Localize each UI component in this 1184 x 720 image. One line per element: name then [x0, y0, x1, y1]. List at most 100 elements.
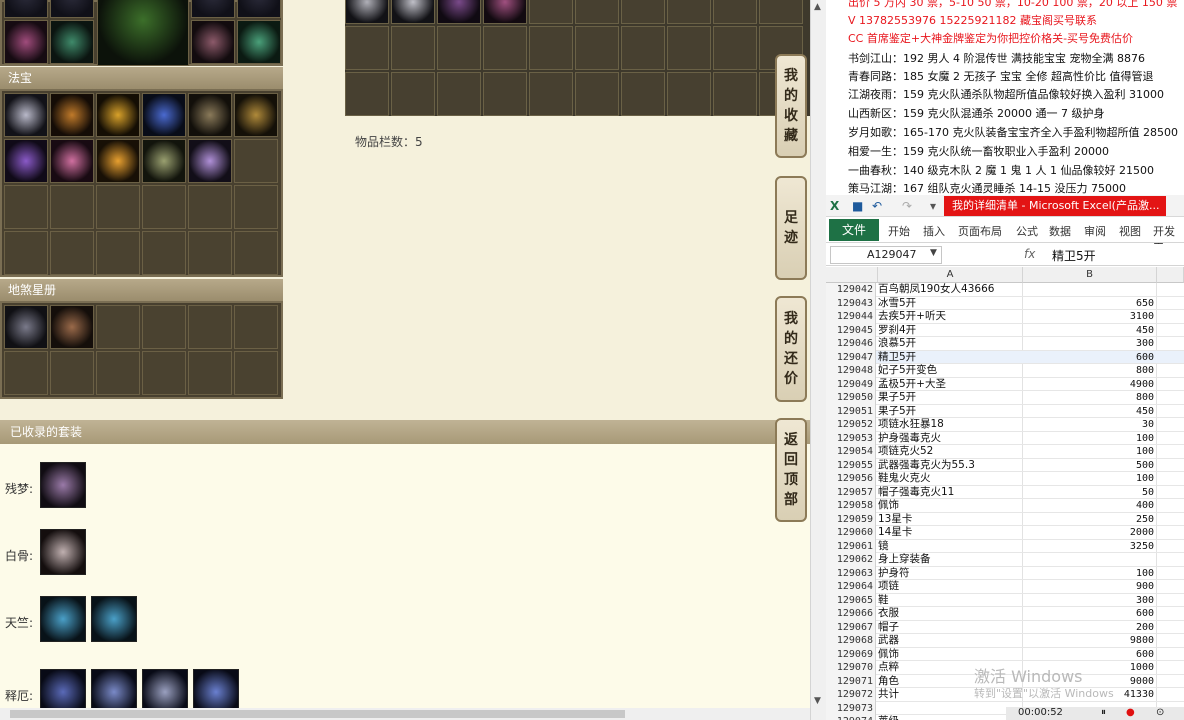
table-row[interactable]: 129049 孟极5开+大圣 4900 [826, 377, 1184, 392]
inventory-item[interactable] [345, 0, 389, 24]
equip-slot[interactable] [50, 0, 94, 18]
row-number[interactable]: 129074 [826, 715, 876, 720]
cell-b[interactable]: 9800 [1024, 634, 1154, 648]
inventory-empty[interactable] [667, 72, 711, 116]
cell-b[interactable]: 800 [1024, 364, 1154, 378]
cell-b[interactable]: 30 [1024, 418, 1154, 432]
cell-b[interactable]: 3250 [1024, 540, 1154, 554]
empty-slot[interactable] [4, 351, 48, 395]
fabao-slot[interactable] [96, 139, 140, 183]
tab-view[interactable]: 视图 [1119, 223, 1141, 239]
fabao-slot[interactable] [142, 93, 186, 137]
row-number[interactable]: 129053 [826, 431, 876, 445]
empty-slot[interactable] [50, 351, 94, 395]
cell-b[interactable]: 50 [1024, 486, 1154, 500]
my-counteroffer-button[interactable]: 我的还价 [775, 296, 807, 402]
cell-b[interactable]: 250 [1024, 513, 1154, 527]
fabao-slot[interactable] [96, 93, 140, 137]
cell-a[interactable]: 孟极5开+大圣 [878, 378, 1021, 392]
cell-a[interactable]: 精卫5开 [878, 351, 1021, 365]
cell-a[interactable]: 佩饰 [878, 499, 1021, 513]
vertical-scrollbar[interactable]: ▲ ▼ [810, 0, 826, 720]
fabao-slot[interactable] [188, 93, 232, 137]
footprint-button[interactable]: 足迹 [775, 176, 807, 280]
cell-b[interactable]: 100 [1024, 567, 1154, 581]
cell-b[interactable]: 300 [1024, 594, 1154, 608]
set-item[interactable] [40, 529, 86, 575]
row-number[interactable]: 129065 [826, 593, 876, 607]
cell-a[interactable]: 身上穿装备 [878, 553, 1021, 567]
cell-b[interactable]: 650 [1024, 297, 1154, 311]
table-row[interactable]: 129069 佩饰 600 [826, 647, 1184, 662]
star-card-slot[interactable] [50, 305, 94, 349]
table-row[interactable]: 129059 13星卡 250 [826, 512, 1184, 527]
inventory-empty[interactable] [391, 72, 435, 116]
empty-slot[interactable] [50, 231, 94, 275]
row-number[interactable]: 129044 [826, 310, 876, 324]
table-row[interactable]: 129046 浪慕5开 300 [826, 337, 1184, 351]
cell-a[interactable]: 鞋鬼火克火 [878, 472, 1021, 486]
inventory-empty[interactable] [575, 26, 619, 70]
row-number[interactable]: 129066 [826, 607, 876, 621]
equip-slot[interactable] [191, 20, 235, 64]
record-stop-icon[interactable]: ● [1126, 707, 1135, 718]
set-item[interactable] [40, 596, 86, 642]
inventory-empty[interactable] [575, 72, 619, 116]
equip-slot[interactable] [237, 0, 281, 18]
cell-b[interactable]: 3100 [1024, 310, 1154, 324]
inventory-empty[interactable] [529, 0, 573, 24]
cell-a[interactable]: 帽子强毒克火11 [878, 486, 1021, 500]
row-number[interactable]: 129045 [826, 323, 876, 337]
row-number[interactable]: 129072 [826, 688, 876, 702]
inventory-empty[interactable] [345, 26, 389, 70]
cell-b[interactable]: 600 [1024, 351, 1154, 365]
cell-a[interactable]: 项链 [878, 580, 1021, 594]
empty-slot[interactable] [142, 351, 186, 395]
inventory-empty[interactable] [483, 26, 527, 70]
cell-b[interactable]: 800 [1024, 391, 1154, 405]
inventory-empty[interactable] [391, 26, 435, 70]
cell-a[interactable]: 护身符 [878, 567, 1021, 581]
cell-b[interactable]: 600 [1024, 648, 1154, 662]
cell-a[interactable]: 罗刹4开 [878, 324, 1021, 338]
inventory-empty[interactable] [437, 26, 481, 70]
cell-a[interactable]: 去疾5开+听天 [878, 310, 1021, 324]
row-number[interactable]: 129069 [826, 647, 876, 661]
horizontal-scroll-thumb[interactable] [10, 710, 625, 718]
inventory-empty[interactable] [345, 72, 389, 116]
inventory-empty[interactable] [667, 0, 711, 24]
empty-slot[interactable] [234, 185, 278, 229]
name-box-dropdown-icon[interactable]: ▼ [930, 248, 937, 258]
inventory-item[interactable] [483, 0, 527, 24]
tab-home[interactable]: 开始 [888, 223, 910, 239]
scroll-up-arrow-icon[interactable]: ▲ [814, 2, 821, 12]
empty-slot[interactable] [96, 351, 140, 395]
fx-icon[interactable]: fx [1024, 247, 1035, 261]
equip-slot-large[interactable] [97, 0, 189, 66]
save-icon[interactable]: ■ [852, 199, 863, 213]
row-number[interactable]: 129046 [826, 337, 876, 351]
row-number[interactable]: 129062 [826, 553, 876, 567]
row-number[interactable]: 129049 [826, 377, 876, 391]
cell-a[interactable]: 武器强毒克火为55.3 [878, 459, 1021, 473]
equip-slot[interactable] [237, 20, 281, 64]
back-to-top-button[interactable]: 返回顶部 [775, 418, 807, 522]
column-header-c[interactable] [1157, 267, 1184, 283]
empty-slot[interactable] [96, 185, 140, 229]
table-row[interactable]: 129050 果子5开 800 [826, 391, 1184, 405]
cell-b[interactable]: 100 [1024, 432, 1154, 446]
inventory-item[interactable] [391, 0, 435, 24]
cell-a[interactable]: 百鸟朝凤190女人43666 [878, 283, 1021, 297]
empty-slot[interactable] [142, 305, 186, 349]
equip-slot[interactable] [191, 0, 235, 18]
cell-a[interactable]: 13星卡 [878, 513, 1021, 527]
inventory-empty[interactable] [437, 72, 481, 116]
empty-slot[interactable] [234, 351, 278, 395]
fabao-slot[interactable] [50, 93, 94, 137]
cell-a[interactable]: 佩饰 [878, 648, 1021, 662]
tab-insert[interactable]: 插入 [923, 223, 945, 239]
pause-icon[interactable]: ⏸ [1101, 707, 1106, 718]
cell-b[interactable]: 450 [1024, 405, 1154, 419]
cell-a[interactable]: 果子5开 [878, 405, 1021, 419]
equip-slot[interactable] [50, 20, 94, 64]
